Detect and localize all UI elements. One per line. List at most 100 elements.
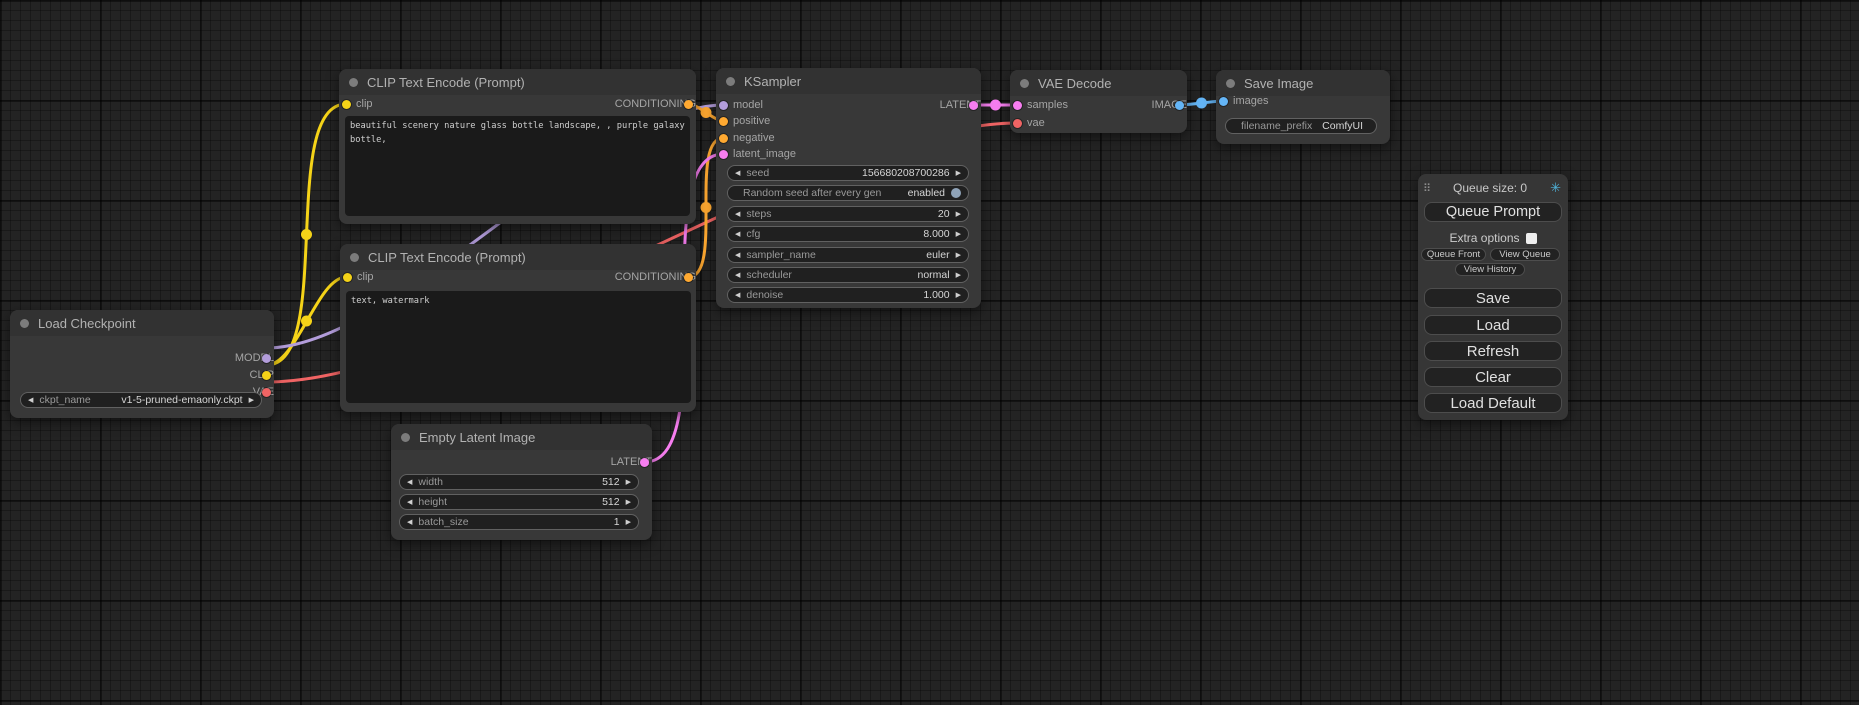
steps-widget[interactable]: ◀ steps 20 ▶	[727, 206, 969, 222]
save-button[interactable]: Save	[1424, 288, 1562, 308]
denoise-widget[interactable]: ◀ denoise 1.000 ▶	[727, 287, 969, 303]
input-label: negative	[733, 132, 775, 144]
output-port-vae[interactable]	[262, 388, 271, 397]
widget-label: Random seed after every gen	[743, 187, 881, 199]
output-port-image[interactable]	[1175, 101, 1184, 110]
batch-size-widget[interactable]: ◀ batch_size 1 ▶	[399, 514, 639, 530]
input-label: positive	[733, 115, 770, 127]
stepper-right-icon[interactable]: ▶	[626, 499, 631, 506]
stepper-right-icon[interactable]: ▶	[956, 170, 961, 177]
stepper-left-icon[interactable]: ◀	[407, 499, 412, 506]
stepper-left-icon[interactable]: ◀	[735, 292, 740, 299]
node-title-bar[interactable]: VAE Decode	[1010, 70, 1187, 96]
seed-widget[interactable]: ◀ seed 156680208700286 ▶	[727, 165, 969, 181]
stepper-right-icon[interactable]: ▶	[956, 252, 961, 259]
node-vae-decode[interactable]: VAE Decode samples vae IMAGE	[1010, 70, 1187, 133]
node-title: Load Checkpoint	[38, 316, 136, 331]
node-title-bar[interactable]: CLIP Text Encode (Prompt)	[339, 69, 696, 95]
stepper-right-icon[interactable]: ▶	[626, 479, 631, 486]
widget-label: cfg	[746, 228, 760, 240]
output-row-conditioning: CONDITIONING	[340, 269, 713, 286]
node-title-bar[interactable]: Empty Latent Image	[391, 424, 652, 450]
collapse-dot-icon[interactable]	[20, 319, 29, 328]
queue-prompt-button[interactable]: Queue Prompt	[1424, 202, 1562, 222]
collapse-dot-icon[interactable]	[350, 253, 359, 262]
stepper-left-icon[interactable]: ◀	[407, 519, 412, 526]
stepper-left-icon[interactable]: ◀	[735, 211, 740, 218]
node-title-bar[interactable]: Load Checkpoint	[10, 310, 274, 336]
height-widget[interactable]: ◀ height 512 ▶	[399, 494, 639, 510]
collapse-dot-icon[interactable]	[1226, 79, 1235, 88]
input-row-images: images	[1216, 93, 1268, 110]
random-seed-toggle-widget[interactable]: Random seed after every gen enabled	[727, 185, 969, 201]
collapse-dot-icon[interactable]	[1020, 79, 1029, 88]
node-load-checkpoint[interactable]: Load Checkpoint MODEL CLIP VAE ◀ ckpt_na…	[10, 310, 274, 418]
widget-value: 512	[602, 496, 620, 508]
ckpt-name-widget[interactable]: ◀ ckpt_name v1-5-pruned-emaonly.ckpt ▶	[20, 392, 262, 408]
node-title-bar[interactable]: KSampler	[716, 68, 981, 94]
node-title-bar[interactable]: CLIP Text Encode (Prompt)	[340, 244, 696, 270]
widget-label: scheduler	[746, 269, 792, 281]
stepper-left-icon[interactable]: ◀	[28, 397, 33, 404]
stepper-left-icon[interactable]: ◀	[407, 479, 412, 486]
output-port-conditioning[interactable]	[684, 100, 693, 109]
load-button[interactable]: Load	[1424, 315, 1562, 335]
clear-button[interactable]: Clear	[1424, 367, 1562, 387]
widget-value: ComfyUI	[1322, 120, 1363, 132]
stepper-right-icon[interactable]: ▶	[956, 272, 961, 279]
output-port-clip[interactable]	[262, 371, 271, 380]
output-port-latent[interactable]	[969, 101, 978, 110]
widget-label: height	[418, 496, 447, 508]
output-row-clip: CLIP	[10, 367, 291, 384]
output-port-latent[interactable]	[640, 458, 649, 467]
stepper-left-icon[interactable]: ◀	[735, 170, 740, 177]
output-row-latent: LATENT	[716, 97, 998, 114]
node-save-image[interactable]: Save Image images filename_prefix ComfyU…	[1216, 70, 1390, 144]
node-clip-text-encode-positive[interactable]: CLIP Text Encode (Prompt) clip CONDITION…	[339, 69, 696, 224]
filename-prefix-widget[interactable]: filename_prefix ComfyUI	[1225, 118, 1377, 134]
output-port-conditioning[interactable]	[684, 273, 693, 282]
widget-value: 1.000	[923, 289, 949, 301]
sampler-name-widget[interactable]: ◀ sampler_name euler ▶	[727, 247, 969, 263]
widget-value: 1	[614, 516, 620, 528]
node-ksampler[interactable]: KSampler model positive negative latent_…	[716, 68, 981, 308]
stepper-right-icon[interactable]: ▶	[249, 397, 254, 404]
queue-size-label: Queue size: 0	[1430, 181, 1550, 195]
prompt-textarea[interactable]: text, watermark	[346, 291, 691, 403]
widget-label: filename_prefix	[1241, 120, 1312, 132]
widget-value: 512	[602, 476, 620, 488]
drag-handle-icon[interactable]: ⠿	[1423, 182, 1430, 195]
collapse-dot-icon[interactable]	[726, 77, 735, 86]
collapse-dot-icon[interactable]	[349, 78, 358, 87]
stepper-left-icon[interactable]: ◀	[735, 272, 740, 279]
stepper-left-icon[interactable]: ◀	[735, 252, 740, 259]
width-widget[interactable]: ◀ width 512 ▶	[399, 474, 639, 490]
settings-gear-icon[interactable]: ✳	[1550, 180, 1561, 196]
scheduler-widget[interactable]: ◀ scheduler normal ▶	[727, 267, 969, 283]
queue-panel-header: ⠿ Queue size: 0 ✳	[1418, 179, 1568, 197]
extra-options-checkbox[interactable]	[1526, 233, 1537, 244]
collapse-dot-icon[interactable]	[401, 433, 410, 442]
stepper-right-icon[interactable]: ▶	[956, 292, 961, 299]
stepper-left-icon[interactable]: ◀	[735, 231, 740, 238]
toggle-circle-icon[interactable]	[951, 188, 961, 198]
node-clip-text-encode-negative[interactable]: CLIP Text Encode (Prompt) clip CONDITION…	[340, 244, 696, 412]
view-queue-button[interactable]: View Queue	[1490, 248, 1560, 261]
widget-label: denoise	[746, 289, 783, 301]
widget-label: sampler_name	[746, 249, 815, 261]
queue-front-button[interactable]: Queue Front	[1421, 248, 1486, 261]
node-graph-canvas[interactable]: Load Checkpoint MODEL CLIP VAE ◀ ckpt_na…	[0, 0, 1859, 705]
stepper-right-icon[interactable]: ▶	[956, 211, 961, 218]
output-port-model[interactable]	[262, 354, 271, 363]
output-row-conditioning: CONDITIONING	[339, 96, 713, 113]
stepper-right-icon[interactable]: ▶	[956, 231, 961, 238]
refresh-button[interactable]: Refresh	[1424, 341, 1562, 361]
node-empty-latent-image[interactable]: Empty Latent Image LATENT ◀ width 512 ▶ …	[391, 424, 652, 540]
prompt-textarea[interactable]: beautiful scenery nature glass bottle la…	[345, 116, 690, 216]
stepper-right-icon[interactable]: ▶	[626, 519, 631, 526]
cfg-widget[interactable]: ◀ cfg 8.000 ▶	[727, 226, 969, 242]
widget-value: v1-5-pruned-emaonly.ckpt	[121, 394, 242, 406]
input-row-latent-image: latent_image	[716, 146, 796, 163]
load-default-button[interactable]: Load Default	[1424, 393, 1562, 413]
view-history-button[interactable]: View History	[1455, 263, 1525, 276]
